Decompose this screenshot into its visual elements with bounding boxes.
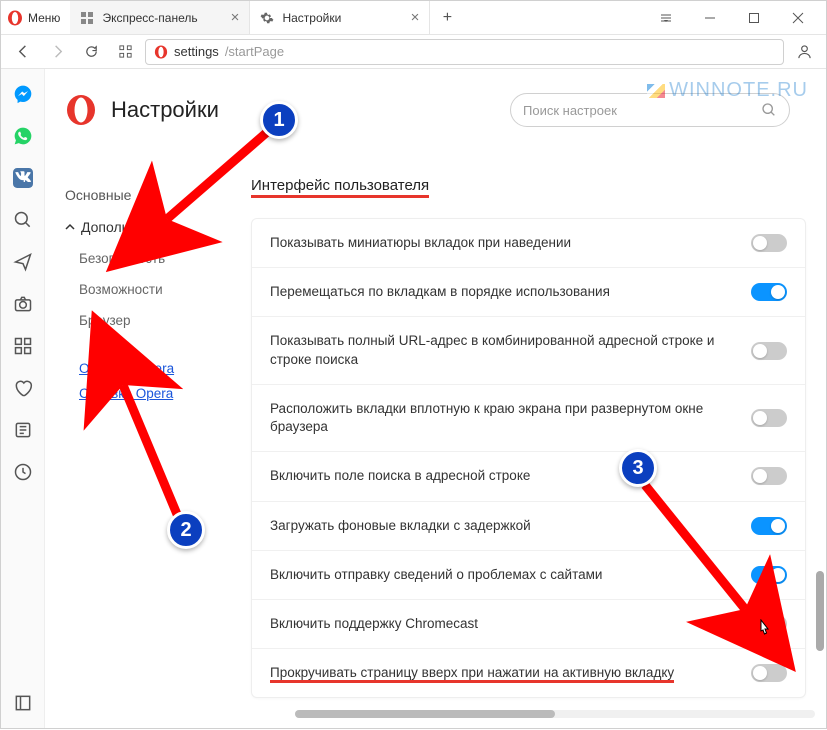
- vertical-scrollbar[interactable]: [816, 571, 824, 651]
- send-icon[interactable]: [12, 251, 34, 273]
- section-title: Интерфейс пользователя: [251, 177, 806, 202]
- tab-label: Настройки: [282, 11, 341, 25]
- toggle[interactable]: [751, 409, 787, 427]
- opera-icon: [7, 10, 23, 26]
- news-icon[interactable]: [12, 419, 34, 441]
- toggle[interactable]: [751, 234, 787, 252]
- minimize-icon[interactable]: [690, 4, 730, 32]
- heart-icon[interactable]: [12, 377, 34, 399]
- opera-icon: [154, 45, 168, 59]
- settings-main: Интерфейс пользователя Показывать миниат…: [241, 139, 826, 728]
- address-field[interactable]: settings/startPage: [145, 39, 784, 65]
- sidebar: [1, 69, 45, 728]
- nav-advanced-label: Дополнительно: [81, 219, 182, 235]
- toggle[interactable]: [751, 566, 787, 584]
- close-window-icon[interactable]: [778, 4, 818, 32]
- settings-row: Показывать полный URL-адрес в комбиниров…: [252, 317, 805, 384]
- settings-nav: Основные Дополнительно Безопасность Возм…: [45, 139, 241, 728]
- toggle[interactable]: [751, 467, 787, 485]
- titlebar: Меню Экспресс-панель × Настройки × +: [1, 1, 826, 35]
- nav-browser[interactable]: Браузер: [59, 305, 231, 336]
- speed-dial-icon: [80, 11, 94, 25]
- settings-row: Перемещаться по вкладкам в порядке испол…: [252, 268, 805, 317]
- page-title: Настройки: [111, 97, 219, 123]
- chevron-up-icon: [65, 222, 75, 232]
- close-icon[interactable]: ×: [411, 9, 420, 26]
- flag-icon: [647, 84, 665, 98]
- settings-row: Прокручивать страницу вверх при нажатии …: [252, 649, 805, 697]
- menu-button[interactable]: Меню: [1, 1, 70, 34]
- opera-logo: [65, 94, 97, 126]
- content: Настройки Поиск настроек Основные Дополн…: [45, 69, 826, 728]
- reload-button[interactable]: [77, 38, 105, 66]
- watermark: WINNOTE.RU: [647, 79, 808, 102]
- cursor-icon: [755, 619, 773, 641]
- nav-rate-link[interactable]: Оценить Opera: [59, 356, 231, 381]
- speed-dial-icon[interactable]: [12, 335, 34, 357]
- vk-icon[interactable]: [12, 167, 34, 189]
- settings-row: Включить поддержку Chromecast: [252, 600, 805, 649]
- nav-help-link[interactable]: Справка Opera: [59, 381, 231, 406]
- row-label: Включить поле поиска в адресной строке: [270, 467, 739, 485]
- address-bar: settings/startPage: [1, 35, 826, 69]
- settings-row: Расположить вкладки вплотную к краю экра…: [252, 385, 805, 452]
- search-placeholder: Поиск настроек: [523, 103, 617, 118]
- nav-security[interactable]: Безопасность: [59, 243, 231, 274]
- toggle[interactable]: [751, 664, 787, 682]
- row-label: Включить поддержку Chromecast: [270, 615, 739, 633]
- forward-button[interactable]: [43, 38, 71, 66]
- window-controls: [646, 4, 826, 32]
- row-label: Загружать фоновые вкладки с задержкой: [270, 517, 739, 535]
- content-body: Основные Дополнительно Безопасность Возм…: [45, 139, 826, 728]
- maximize-icon[interactable]: [734, 4, 774, 32]
- tab-strip: Экспресс-панель × Настройки × +: [70, 1, 464, 34]
- collapse-icon[interactable]: [12, 692, 34, 714]
- close-icon[interactable]: ×: [231, 9, 240, 26]
- search-icon[interactable]: [12, 209, 34, 231]
- row-label: Перемещаться по вкладкам в порядке испол…: [270, 283, 739, 301]
- search-icon: [761, 102, 777, 118]
- toggle[interactable]: [751, 283, 787, 301]
- address-protocol: settings: [174, 44, 219, 59]
- row-label: Показывать миниатюры вкладок при наведен…: [270, 234, 739, 252]
- tab-settings[interactable]: Настройки ×: [250, 1, 430, 34]
- gear-icon: [260, 11, 274, 25]
- snapshot-icon[interactable]: [12, 293, 34, 315]
- tab-label: Экспресс-панель: [102, 11, 197, 25]
- nav-advanced[interactable]: Дополнительно: [59, 211, 231, 243]
- whatsapp-icon[interactable]: [12, 125, 34, 147]
- nav-basic[interactable]: Основные: [59, 179, 231, 211]
- new-tab-button[interactable]: +: [430, 1, 464, 34]
- settings-card: Показывать миниатюры вкладок при наведен…: [251, 218, 806, 698]
- row-label: Показывать полный URL-адрес в комбиниров…: [270, 332, 739, 368]
- horizontal-scrollbar[interactable]: [295, 710, 815, 718]
- row-label: Включить отправку сведений о проблемах с…: [270, 566, 739, 584]
- profile-button[interactable]: [790, 38, 818, 66]
- toggle[interactable]: [751, 517, 787, 535]
- messenger-icon[interactable]: [12, 83, 34, 105]
- win-menu-icon[interactable]: [646, 4, 686, 32]
- settings-row: Показывать миниатюры вкладок при наведен…: [252, 219, 805, 268]
- speed-dial-button[interactable]: [111, 38, 139, 66]
- back-button[interactable]: [9, 38, 37, 66]
- tab-speed-dial[interactable]: Экспресс-панель ×: [70, 1, 250, 34]
- history-icon[interactable]: [12, 461, 34, 483]
- row-label: Прокручивать страницу вверх при нажатии …: [270, 664, 739, 682]
- settings-row: Включить отправку сведений о проблемах с…: [252, 551, 805, 600]
- toggle[interactable]: [751, 342, 787, 360]
- address-path: /startPage: [225, 44, 284, 59]
- nav-features[interactable]: Возможности: [59, 274, 231, 305]
- settings-row: Включить поле поиска в адресной строке: [252, 452, 805, 501]
- body: Настройки Поиск настроек Основные Дополн…: [1, 69, 826, 728]
- settings-row: Загружать фоновые вкладки с задержкой: [252, 502, 805, 551]
- row-label: Расположить вкладки вплотную к краю экра…: [270, 400, 739, 436]
- menu-label: Меню: [28, 11, 60, 25]
